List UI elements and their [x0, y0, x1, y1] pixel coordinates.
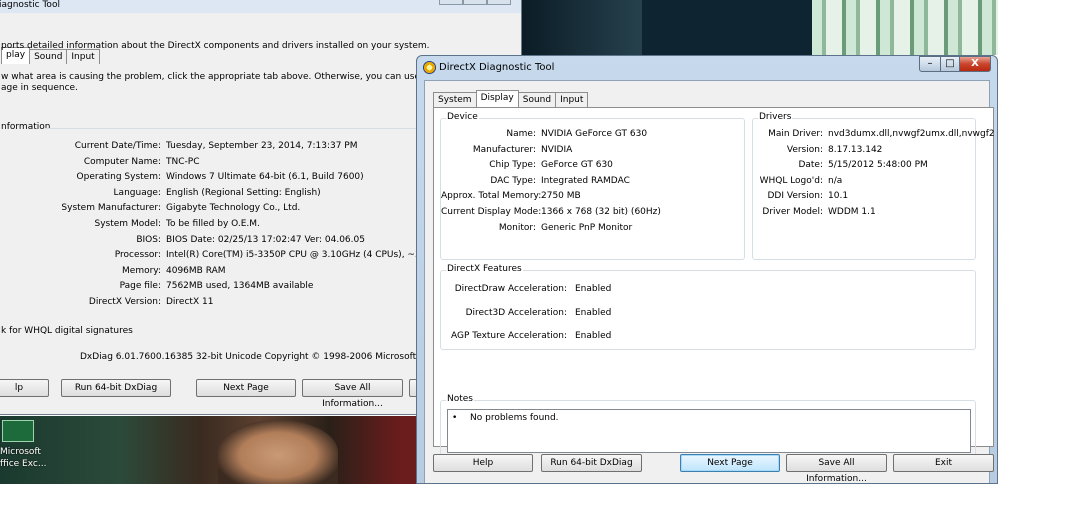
back-whql-checkbox-label[interactable]: k for WHQL digital signatures: [1, 326, 133, 336]
features-group-label: DirectX Features: [446, 264, 523, 274]
back-intro-line3: age in sequence.: [1, 83, 78, 93]
directx-features-group: DirectX Features DirectDraw Acceleration…: [440, 264, 976, 350]
desktop-wallpaper-bottom: [0, 416, 416, 484]
desktop-wallpaper-shade: [522, 0, 642, 55]
next-page-button[interactable]: Next Page: [680, 454, 780, 472]
window-title: DirectX Diagnostic Tool: [439, 62, 555, 73]
back-next-page-button[interactable]: Next Page: [196, 379, 296, 397]
back-footer-copyright: DxDiag 6.01.7600.16385 32-bit Unicode Co…: [80, 352, 467, 362]
notes-bullet: •: [452, 413, 458, 423]
tab-display[interactable]: Display: [475, 90, 519, 107]
tab-sound[interactable]: Sound: [517, 92, 557, 107]
back-maximize-button[interactable]: [463, 0, 487, 5]
desktop-icon-label-line1: Microsoft: [0, 447, 41, 457]
desktop-icon-label-line2: ffice Exc...: [0, 459, 47, 469]
window-controls: – □ X: [919, 56, 991, 73]
notes-text: No problems found.: [470, 413, 559, 423]
back-window-controls: [439, 0, 519, 7]
notes-group-label: Notes: [446, 394, 474, 404]
back-tab-sound[interactable]: Sound: [29, 49, 68, 64]
tab-system[interactable]: System: [433, 92, 477, 107]
notes-group: Notes • No problems found.: [440, 394, 976, 460]
back-help-button[interactable]: lp: [0, 379, 49, 397]
back-window-title: iagnostic Tool: [0, 0, 60, 10]
maximize-button[interactable]: □: [940, 56, 960, 72]
back-section-label: nformation: [1, 122, 51, 132]
drivers-group: Drivers Main Driver: nvd3dumx.dll,nvwgf2u…: [752, 112, 995, 260]
back-tab-input[interactable]: Input: [66, 49, 100, 64]
back-save-all-button[interactable]: Save All Information...: [302, 379, 403, 409]
back-minimize-button[interactable]: [439, 0, 463, 5]
tab-input[interactable]: Input: [555, 92, 589, 107]
desktop-icon-label[interactable]: Microsoft ffice Exc...: [0, 446, 46, 470]
back-intro-line2: w what area is causing the problem, clic…: [1, 72, 485, 82]
display-tab-panel: Device Name: NVIDIA GeForce GT 630 Manufa…: [433, 107, 995, 460]
tab-strip: System Display Sound Input: [433, 90, 589, 108]
back-intro-line1: ports detailed information about the Dir…: [1, 41, 430, 51]
desktop: Microsoft ffice Exc... iagnostic Tool pl…: [0, 0, 998, 484]
run-64bit-dxdiag-button[interactable]: Run 64-bit DxDiag: [541, 454, 642, 472]
desktop-wallpaper-photo: [218, 420, 338, 484]
device-group-label: Device: [446, 112, 479, 122]
drivers-group-label: Drivers: [758, 112, 793, 122]
exit-button[interactable]: Exit: [893, 454, 994, 472]
back-run64-button[interactable]: Run 64-bit DxDiag: [61, 379, 171, 397]
desktop-wallpaper-curtain: [812, 0, 998, 55]
excel-shortcut-icon: [2, 420, 34, 442]
notes-textbox[interactable]: • No problems found.: [447, 409, 971, 453]
help-button[interactable]: Help: [433, 454, 533, 472]
back-close-button[interactable]: [487, 0, 511, 5]
window-client: System Display Sound Input Device Name: NVID…: [424, 80, 995, 484]
directx-icon: [423, 61, 436, 74]
close-button[interactable]: X: [959, 56, 991, 72]
dxdiag-window[interactable]: DirectX Diagnostic Tool – □ X System Disp…: [416, 55, 998, 484]
minimize-button[interactable]: –: [919, 56, 941, 72]
device-group: Device Name: NVIDIA GeForce GT 630 Manufa…: [440, 112, 745, 260]
save-all-information-button[interactable]: Save All Information...: [786, 454, 887, 484]
